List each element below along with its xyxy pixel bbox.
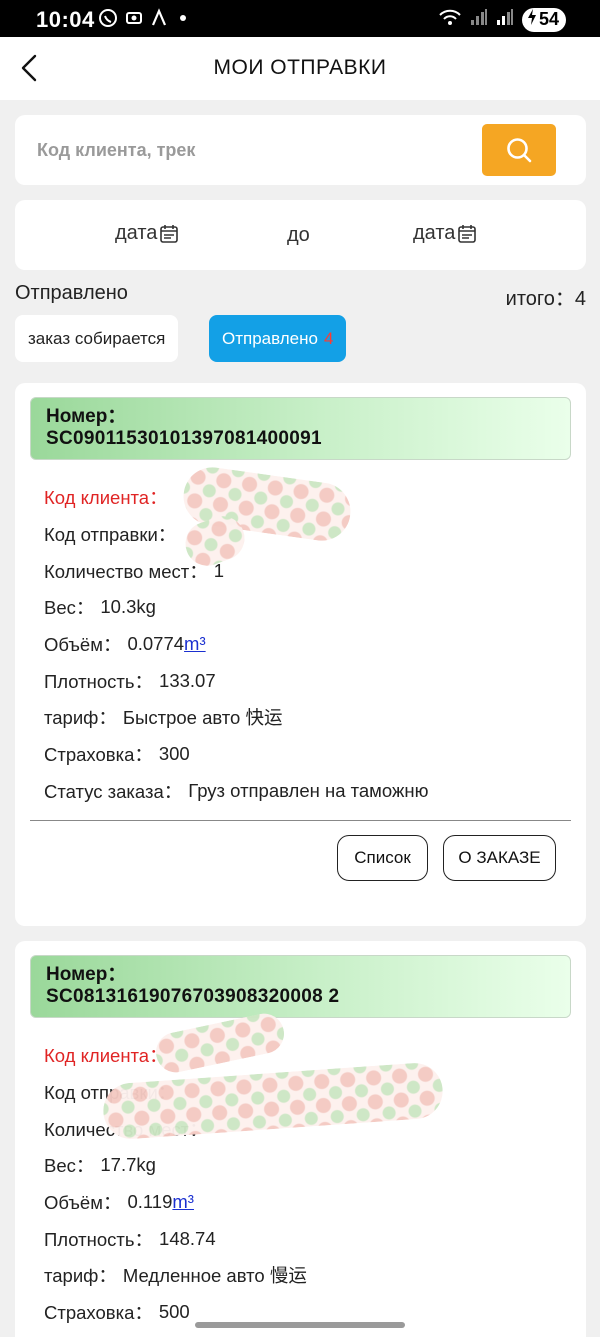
- volume-row: Объём： 0.119 m³: [44, 1184, 564, 1221]
- search-input[interactable]: [37, 131, 467, 169]
- order-number-label: Номер：: [46, 406, 127, 427]
- order-status-value: Груз отправлен на таможню: [188, 779, 429, 801]
- volume-label: Объём：: [44, 634, 122, 656]
- order-number: SC09011530101397081400091: [46, 428, 322, 449]
- signal-icon: [470, 8, 488, 31]
- insurance-value: 300: [158, 743, 190, 765]
- volume-value: 0.0774: [127, 633, 185, 655]
- volume-label: Объём：: [44, 1192, 122, 1214]
- page-title: МОИ ОТПРАВКИ: [213, 56, 387, 79]
- volume-value: 0.119: [127, 1191, 173, 1213]
- current-status-label: Отправлено: [15, 282, 128, 304]
- order-status-label: Статус заказа：: [44, 780, 183, 802]
- list-button[interactable]: Список: [337, 835, 428, 881]
- volume-unit-link[interactable]: m³: [172, 1191, 194, 1213]
- weight-label: Вес：: [44, 1155, 95, 1177]
- tab-assembling-label: заказ собирается: [28, 328, 166, 348]
- order-number-header: Номер： SC09011530101397081400091: [30, 397, 571, 460]
- density-row: Плотность： 133.07: [44, 662, 564, 699]
- notification-icons: [98, 8, 186, 28]
- shipment-code-label: Код отправки：: [44, 524, 177, 546]
- client-code-label: Код клиента：: [44, 1045, 168, 1067]
- tariff-row: тариф： Быстрое авто 快运: [44, 699, 564, 736]
- volume-unit-link[interactable]: m³: [184, 633, 206, 655]
- order-card: Номер： SC08131619076703908320008 2 Код к…: [15, 941, 586, 1337]
- more-notifications-dot: [180, 15, 186, 21]
- insurance-value: 500: [158, 1301, 190, 1323]
- density-value: 133.07: [159, 669, 216, 691]
- calendar-icon: [458, 224, 477, 243]
- tariff-label: тариф：: [44, 1265, 117, 1287]
- system-icons: 54: [438, 7, 566, 32]
- order-number: SC08131619076703908320008 2: [46, 986, 340, 1007]
- order-number-header: Номер： SC08131619076703908320008 2: [30, 955, 571, 1018]
- density-value: 148.74: [159, 1227, 216, 1249]
- tariff-row: тариф： Медленное авто 慢运: [44, 1257, 564, 1294]
- date-to-separator: до: [287, 224, 310, 246]
- screenshot-icon: [124, 8, 144, 28]
- app-header: МОИ ОТПРАВКИ: [0, 37, 600, 100]
- weight-value: 17.7kg: [100, 1154, 156, 1176]
- tab-assembling[interactable]: заказ собирается: [15, 315, 179, 362]
- client-code-label: Код клиента：: [44, 487, 168, 509]
- date-from-field[interactable]: дата: [115, 222, 179, 245]
- order-details-button[interactable]: О ЗАКАЗЕ: [443, 835, 556, 881]
- weight-row: Вес： 17.7kg: [44, 1147, 564, 1184]
- home-indicator[interactable]: [195, 1322, 405, 1328]
- tariff-label: тариф：: [44, 707, 117, 729]
- insurance-label: Страховка：: [44, 744, 153, 766]
- insurance-label: Страховка：: [44, 1302, 153, 1324]
- search-button[interactable]: [482, 124, 556, 176]
- battery-indicator: 54: [521, 7, 566, 32]
- client-code-row: Код клиента：: [44, 1037, 564, 1074]
- status-time: 10:04: [36, 7, 95, 32]
- status-bar: 10:04 54: [0, 0, 600, 37]
- tab-sent-label: Отправлено: [222, 328, 318, 348]
- places-row: Количество мест： 1: [44, 552, 564, 589]
- search-icon: [507, 138, 532, 163]
- weight-row: Вес： 10.3kg: [44, 589, 564, 626]
- order-status-row: Статус заказа： Груз отправлен на таможню: [44, 773, 564, 810]
- tariff-value: Медленное авто 慢运: [122, 1265, 307, 1287]
- density-label: Плотность：: [44, 670, 154, 692]
- weight-value: 10.3kg: [100, 596, 156, 618]
- date-from-label: дата: [115, 222, 158, 244]
- total-count: итого：4: [505, 288, 586, 310]
- tariff-value: Быстрое авто 快运: [122, 707, 283, 729]
- signal-icon-2: [496, 8, 514, 31]
- wifi-icon: [438, 7, 462, 32]
- calendar-icon: [160, 224, 179, 243]
- charging-icon: [527, 9, 537, 30]
- date-range-card: дата до дата: [15, 200, 586, 270]
- app-icon: [150, 8, 170, 28]
- weight-label: Вес：: [44, 597, 95, 619]
- whatsapp-icon: [98, 8, 118, 28]
- density-row: Плотность： 148.74: [44, 1220, 564, 1257]
- status-row: Отправлено итого：4: [15, 282, 586, 310]
- card-divider: [30, 820, 571, 821]
- insurance-row: Страховка： 300: [44, 736, 564, 773]
- volume-row: Объём： 0.0774 m³: [44, 626, 564, 663]
- tab-sent[interactable]: Отправлено 4: [209, 315, 347, 362]
- tab-sent-count: 4: [323, 328, 334, 348]
- battery-level: 54: [538, 9, 559, 29]
- date-to-label: дата: [413, 222, 456, 244]
- order-card: Номер： SC09011530101397081400091 Код кли…: [15, 383, 586, 926]
- date-to-field[interactable]: дата: [413, 222, 477, 245]
- places-label: Количество мест：: [44, 560, 208, 582]
- order-number-label: Номер：: [46, 964, 127, 985]
- density-label: Плотность：: [44, 1228, 154, 1250]
- search-card: [15, 115, 586, 185]
